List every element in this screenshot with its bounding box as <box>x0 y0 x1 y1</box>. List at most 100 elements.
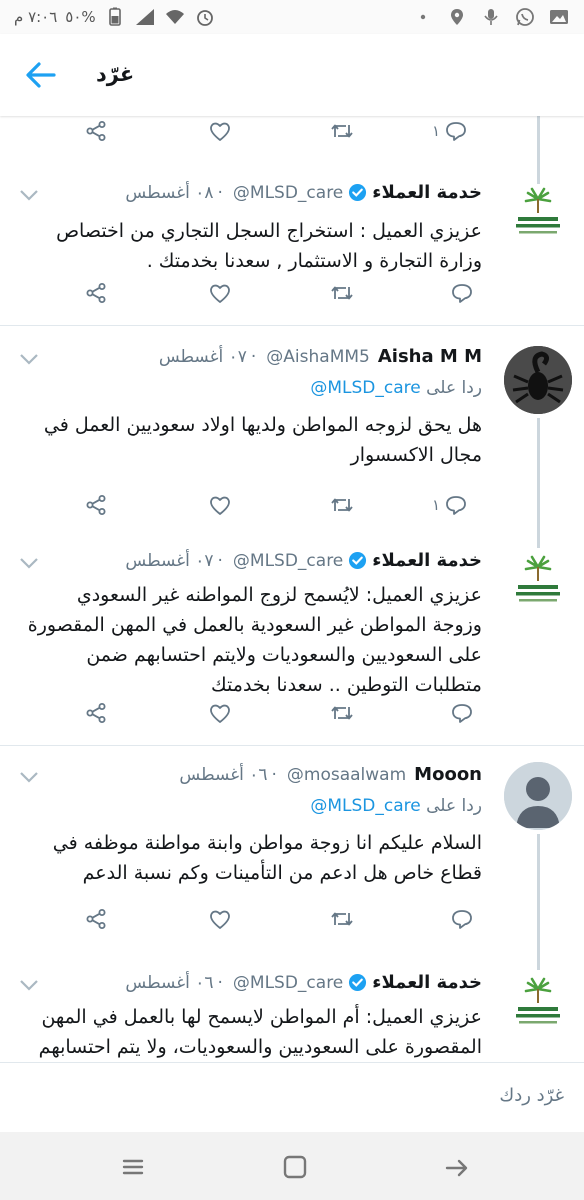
author-handle[interactable]: @MLSD_care <box>233 183 343 203</box>
reply-mention[interactable]: @MLSD_care <box>310 796 420 816</box>
battery-percent: ٥٠% <box>65 8 96 26</box>
back-nav-icon[interactable] <box>442 1152 472 1182</box>
avatar[interactable] <box>504 184 572 252</box>
chevron-down-icon[interactable] <box>18 978 40 992</box>
reply-button[interactable] <box>450 904 474 934</box>
tweet-text: عزيزي العميل: أم المواطن لايسمح لها بالع… <box>38 1006 482 1058</box>
heart-icon <box>210 496 230 515</box>
chevron-down-icon[interactable] <box>18 352 40 366</box>
author-handle[interactable]: @MLSD_care <box>233 973 343 993</box>
like-button[interactable] <box>208 698 232 728</box>
tweet-text: السلام عليكم انا زوجة مواطن وابنة مواطنة… <box>52 832 482 884</box>
author-name[interactable]: Mooon <box>414 764 482 785</box>
share-icon <box>86 703 106 723</box>
tweet-time: ٠٨ أغسطس <box>125 182 214 203</box>
tweet-meta: خدمة العملاء @MLSD_care · ٠٦ أغسطس <box>125 972 482 993</box>
page-title: غرّد <box>96 62 135 86</box>
author-name[interactable]: خدمة العملاء <box>372 182 482 203</box>
tweet[interactable]: Mooon @mosaalwam · ٠٦ أغسطس ردا على @MLS… <box>0 746 584 956</box>
ministry-logo <box>504 184 572 252</box>
alarm-icon <box>196 10 213 26</box>
tweet-time: ٠٧ أغسطس <box>158 346 247 367</box>
reply-button[interactable]: ١ <box>432 116 468 146</box>
share-button[interactable] <box>84 698 108 728</box>
reply-prefix: ردا على <box>426 378 482 398</box>
share-button[interactable] <box>84 278 108 308</box>
thread-line <box>537 834 540 956</box>
avatar[interactable] <box>504 552 572 620</box>
tweet[interactable]: Aisha M M @AishaMM5 · ٠٧ أغسطس ردا على @… <box>0 326 584 536</box>
reply-composer[interactable]: غرّد ردك <box>0 1062 584 1132</box>
verified-badge-icon <box>349 551 367 570</box>
retweet-icon <box>331 706 353 720</box>
reply-icon <box>452 704 472 723</box>
retweet-button[interactable] <box>330 116 354 146</box>
scorpion-avatar-image <box>504 346 572 414</box>
ministry-logo <box>504 552 572 620</box>
like-button[interactable] <box>208 278 232 308</box>
tweet-actions: ١ <box>0 490 500 520</box>
author-handle[interactable]: @MLSD_care <box>233 551 343 571</box>
share-button[interactable] <box>84 116 108 146</box>
chevron-down-icon[interactable] <box>18 188 40 202</box>
separator-dot: · <box>250 346 257 367</box>
tweet-meta: Mooon @mosaalwam · ٠٦ أغسطس <box>179 764 482 785</box>
whatsapp-icon <box>516 8 534 26</box>
tweet[interactable]: خدمة العملاء @MLSD_care · ٠٨ أغسطس عزيزي… <box>0 160 584 326</box>
reply-icon <box>446 122 466 141</box>
reply-prefix: ردا على <box>426 796 482 816</box>
reply-count: ١ <box>432 122 441 140</box>
author-handle[interactable]: @AishaMM5 <box>266 347 370 367</box>
tweet-thread[interactable]: ١ خدمة العملاء @MLSD_care · ٠٨ أغسطس عزي… <box>0 116 584 1062</box>
tweet[interactable]: خدمة العملاء @MLSD_care · ٠٦ أغسطس عزيزي… <box>0 956 584 1062</box>
tweet-actions <box>0 698 500 728</box>
microphone-icon <box>484 9 498 25</box>
chevron-down-icon[interactable] <box>18 556 40 570</box>
separator-dot: · <box>217 972 223 993</box>
share-button[interactable] <box>84 904 108 934</box>
thread-line <box>537 160 540 180</box>
status-time: ٧:٠٦ م <box>14 8 58 26</box>
arrow-left-icon[interactable] <box>24 60 58 90</box>
retweet-button[interactable] <box>330 278 354 308</box>
thread-line <box>537 418 540 536</box>
author-name[interactable]: Aisha M M <box>378 346 482 367</box>
avatar[interactable] <box>504 974 572 1042</box>
tweet-meta: Aisha M M @AishaMM5 · ٠٧ أغسطس <box>159 346 482 367</box>
like-button[interactable] <box>208 490 232 520</box>
author-name[interactable]: خدمة العملاء <box>372 972 482 993</box>
tweet[interactable]: خدمة العملاء @MLSD_care · ٠٧ أغسطس عزيزي… <box>0 536 584 746</box>
replying-to: ردا على @MLSD_care <box>310 796 482 816</box>
tweet-text: هل يحق لزوجه المواطن ولديها اولاد سعوديي… <box>43 414 482 466</box>
share-button[interactable] <box>84 490 108 520</box>
reply-input[interactable]: غرّد ردك <box>499 1085 564 1106</box>
retweet-button[interactable] <box>330 490 354 520</box>
share-icon <box>86 495 106 515</box>
verified-badge-icon <box>349 973 367 992</box>
retweet-button[interactable] <box>330 698 354 728</box>
separator-dot: · <box>217 182 223 203</box>
share-icon <box>86 909 106 929</box>
author-handle[interactable]: @mosaalwam <box>287 765 406 785</box>
chevron-down-icon[interactable] <box>18 770 40 784</box>
separator-dot: · <box>217 550 223 571</box>
tweet-time: ٠٦ أغسطس <box>179 764 268 785</box>
avatar[interactable] <box>504 346 572 414</box>
like-button[interactable] <box>208 116 232 146</box>
home-icon[interactable] <box>280 1152 310 1182</box>
retweet-icon <box>331 498 353 512</box>
reply-button[interactable] <box>450 278 474 308</box>
reply-button[interactable] <box>450 698 474 728</box>
recent-apps-icon[interactable] <box>118 1152 148 1182</box>
reply-icon <box>452 910 472 929</box>
tweet-actions <box>0 278 500 308</box>
tweet-text: عزيزي العميل : استخراج السجل التجاري من … <box>56 220 482 272</box>
retweet-button[interactable] <box>330 904 354 934</box>
avatar[interactable] <box>504 762 572 830</box>
heart-icon <box>210 122 230 141</box>
like-button[interactable] <box>208 904 232 934</box>
reply-button[interactable]: ١ <box>432 490 468 520</box>
author-name[interactable]: خدمة العملاء <box>372 550 482 571</box>
reply-mention[interactable]: @MLSD_care <box>310 378 420 398</box>
retweet-icon <box>331 286 353 300</box>
